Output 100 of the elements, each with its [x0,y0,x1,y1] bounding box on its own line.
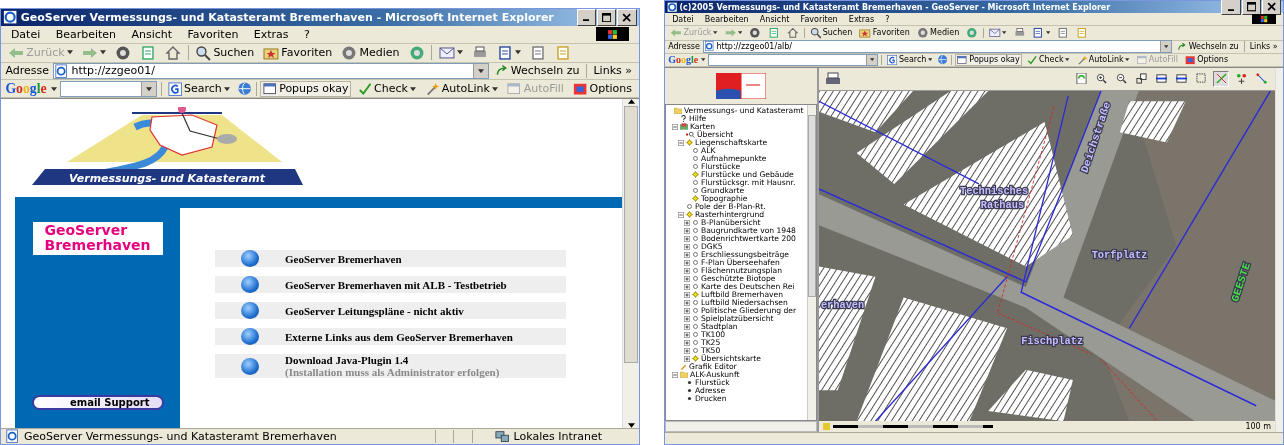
collapse-icon[interactable] [678,211,684,218]
link-row[interactable]: GeoServer Leitungspläne - nicht aktiv [215,302,566,320]
caret-icon[interactable] [492,86,499,91]
link-row[interactable]: GeoServer Bremerhaven mit ALB - Testbetrieb [215,276,566,294]
expand-icon[interactable] [684,251,690,258]
expand-icon[interactable] [684,243,690,250]
menu-item[interactable]: Favoriten [800,14,838,24]
mail-icon[interactable] [986,26,1009,40]
expand-icon[interactable] [684,331,690,338]
collapse-icon[interactable] [672,371,678,378]
toolbar-button[interactable]: Suchen [192,43,257,62]
menu-item[interactable]: Favoriten [187,27,239,41]
printer-icon[interactable] [825,70,841,87]
scrollbar[interactable] [1275,67,1283,433]
link-text[interactable]: GeoServer Bremerhaven mit ALB - Testbetrieb [285,278,507,291]
search-button[interactable]: Search [884,53,935,66]
expand-icon[interactable] [684,307,690,314]
expand-icon[interactable] [684,291,690,298]
expand-icon[interactable] [684,323,690,330]
expand-icon[interactable] [684,227,690,234]
toolbar-button[interactable]: Medien [338,43,403,62]
close-button[interactable] [617,8,637,26]
link-row[interactable]: Externe Links aus dem GeoServer Bremerhaven [215,328,566,346]
google-toolbar-button[interactable]: Check [354,80,419,97]
expand-icon[interactable] [684,347,690,354]
dropdown-button[interactable] [472,63,488,79]
minimize-button[interactable] [576,8,597,26]
google-toolbar-button[interactable]: AutoLink [1074,53,1132,66]
expand-icon[interactable] [684,219,690,226]
toolbar-button[interactable]: Favoriten [857,26,912,40]
expand-icon[interactable] [684,315,690,322]
expand-icon[interactable] [684,339,690,346]
link-row[interactable]: Download Java-Plugin 1.4 (Installation muss als Administrator erfolgen) [215,354,566,379]
menu-item[interactable]: Bearbeiten [704,14,749,24]
caret-icon[interactable] [869,58,875,62]
go-button[interactable]: Wechseln zu [1175,40,1241,53]
caret-icon[interactable] [50,86,57,91]
extent-icon[interactable] [1133,70,1149,87]
caret-icon[interactable] [145,86,152,91]
minimize-button[interactable] [1221,0,1241,16]
caret-icon[interactable] [928,58,933,62]
collapse-icon[interactable] [678,139,684,146]
menu-item[interactable]: Extras [253,27,289,41]
links-button[interactable]: Links » [1247,41,1280,53]
link-row[interactable]: GeoServer Bremerhaven [215,250,566,268]
google-toolbar-button[interactable]: Options [570,80,635,97]
globe-icon[interactable] [236,81,252,97]
address-field[interactable]: http://zzgeo01/alb/ [702,40,1173,53]
google-search-field[interactable] [60,80,157,97]
menu-item[interactable]: Ansicht [759,14,790,24]
caret-icon[interactable] [515,50,522,55]
expand-icon[interactable] [684,275,690,282]
links-button[interactable]: Links » [590,63,635,79]
menu-item[interactable]: Datei [672,14,694,24]
go-button[interactable]: Wechseln zu [492,63,583,79]
close-button[interactable] [1262,0,1282,16]
email-support-button[interactable]: email Support [31,395,164,411]
caret-icon[interactable] [410,86,417,91]
link-text[interactable]: Download Java-Plugin 1.4 [285,354,500,367]
globe-icon[interactable] [937,54,949,66]
expand-icon[interactable] [684,355,690,362]
scroll-down-icon[interactable] [627,423,635,429]
caret-icon[interactable] [1045,31,1051,35]
caret-icon[interactable] [1125,58,1130,62]
link-text[interactable]: Externe Links aus dem GeoServer Bremerhaven [285,330,513,343]
caret-icon[interactable] [224,86,231,91]
menu-item[interactable]: Ansicht [131,27,173,41]
caret-icon[interactable] [1065,58,1070,62]
toolbar-button[interactable]: Suchen [807,26,855,40]
toolbar-button[interactable]: Medien [914,26,962,40]
dropdown-button[interactable] [1160,41,1172,52]
expand-icon[interactable] [684,235,690,242]
menu-item[interactable]: Extras [848,14,875,24]
collapse-icon[interactable] [672,123,678,130]
scrollbar[interactable] [622,99,639,429]
menu-item[interactable]: Bearbeiten [55,27,117,41]
menu-item[interactable]: Datei [10,27,41,41]
google-toolbar-button[interactable]: Popups okay [260,80,352,97]
caret-icon[interactable] [456,50,463,55]
menu-item[interactable]: ? [885,14,890,24]
caret-icon[interactable] [477,68,484,74]
link-text[interactable]: GeoServer Leitungspläne - nicht aktiv [285,304,464,317]
google-logo[interactable]: Google [668,54,699,66]
google-toolbar-button[interactable]: Options [1183,53,1231,66]
toolbar-button[interactable]: Favoriten [260,43,335,62]
scrollbar[interactable] [807,104,816,421]
google-toolbar-button[interactable]: AutoLink [422,80,501,97]
expand-icon[interactable] [684,299,690,306]
caret-icon[interactable] [701,58,706,62]
scrollbar[interactable] [665,421,817,433]
expand-icon[interactable] [684,267,690,274]
menu-item[interactable]: ? [304,27,310,41]
expand-icon[interactable] [684,259,690,266]
google-logo[interactable]: Google [5,80,47,97]
caret-icon[interactable] [1164,45,1169,49]
maximize-button[interactable] [1241,0,1262,16]
link-text[interactable]: GeoServer Bremerhaven [285,252,402,265]
measure-icon[interactable] [1213,70,1229,87]
caret-icon[interactable] [1002,31,1007,35]
search-button[interactable]: Search [164,80,233,97]
